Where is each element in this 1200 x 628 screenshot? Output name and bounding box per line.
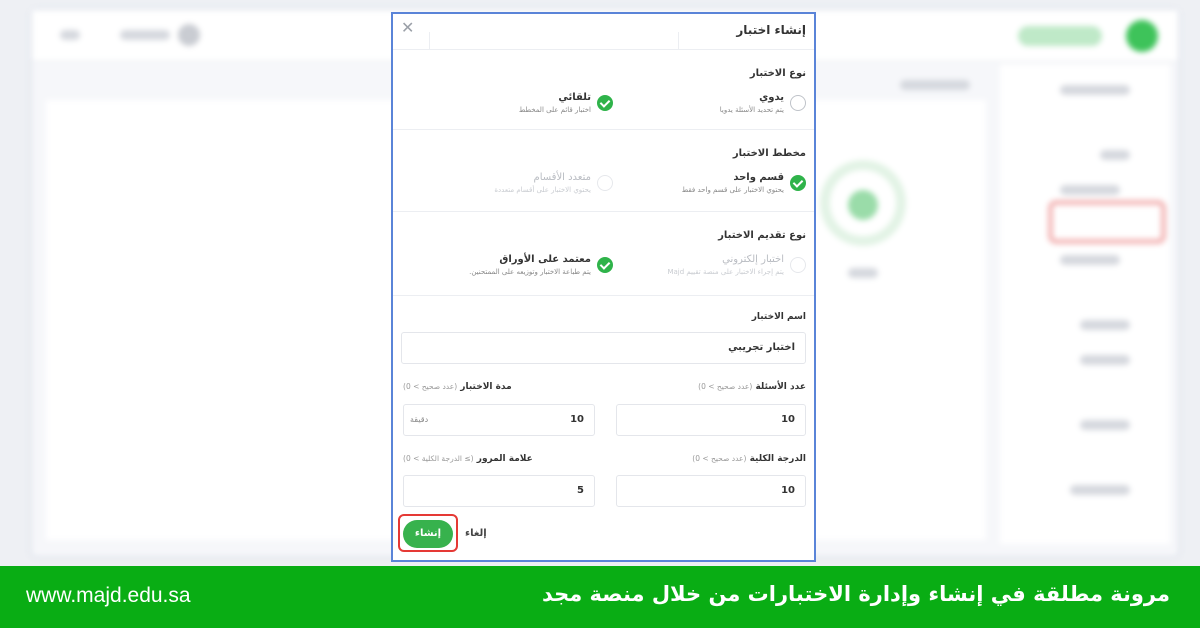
dialog-title: إنشاء اختبار: [736, 23, 806, 37]
questions-count-value: 10: [781, 414, 795, 425]
duration-value: 10: [570, 414, 584, 425]
option-automatic-label: تلقائي: [558, 92, 591, 103]
option-paper-desc: يتم طباعة الاختبار وتوزيعه على الممتحنين…: [469, 268, 591, 276]
total-score-value: 10: [781, 485, 795, 496]
banner-tagline: مرونة مطلقة في إنشاء وإدارة الاختبارات م…: [541, 582, 1170, 606]
option-manual-label: يدوي: [759, 92, 784, 103]
background-bar: [1080, 320, 1130, 330]
pass-mark-label: علامة المرور (≥ الدرجة الكلية > 0): [403, 454, 533, 464]
background-bar: [1080, 420, 1130, 430]
background-bar: [1080, 355, 1130, 365]
total-score-label: الدرجة الكلية (عدد صحيح > 0): [692, 454, 806, 464]
pass-mark-input[interactable]: 5: [403, 475, 595, 507]
option-manual-desc: يتم تحديد الأسئلة يدويا: [719, 106, 784, 114]
option-multi-desc: يحتوي الاختبار على أقسام متعددة: [494, 186, 591, 194]
background-dot: [178, 24, 200, 46]
pass-mark-hint: (≥ الدرجة الكلية > 0): [403, 454, 474, 463]
pass-mark-label-text: علامة المرور: [476, 454, 533, 464]
test-type-title: نوع الاختبار: [749, 68, 806, 79]
test-plan-section: مخطط الاختبار قسم واحد يحتوي الاختبار عل…: [393, 130, 814, 212]
option-automatic-desc: اختبار قائم على المخطط: [518, 106, 591, 114]
test-type-section: نوع الاختبار يدوي يتم تحديد الأسئلة يدوي…: [393, 50, 814, 130]
test-name-label: اسم الاختبار: [751, 312, 806, 322]
background-ring-dot: [848, 190, 878, 220]
duration-hint: (عدد صحيح > 0): [403, 382, 458, 391]
questions-count-label: عدد الأسئلة (عدد صحيح > 0): [698, 382, 806, 392]
option-multi-section: متعدد الأقسام يحتوي الاختبار على أقسام م…: [423, 172, 613, 206]
questions-count-input[interactable]: 10: [616, 404, 806, 436]
check-circle-icon: [597, 257, 613, 273]
option-paper[interactable]: معتمد على الأوراق يتم طباعة الاختبار وتو…: [423, 254, 613, 288]
option-automatic[interactable]: تلقائي اختبار قائم على المخطط: [423, 92, 613, 126]
radio-unchecked-icon: [790, 95, 806, 111]
background-bar: [60, 30, 80, 40]
radio-disabled-icon: [597, 175, 613, 191]
pass-mark-value: 5: [577, 485, 584, 496]
radio-disabled-icon: [790, 257, 806, 273]
background-bar: [1070, 485, 1130, 495]
questions-count-label-text: عدد الأسئلة: [755, 382, 806, 392]
create-button[interactable]: إنشاء: [403, 520, 453, 548]
background-bar: [120, 30, 170, 40]
background-bar: [1100, 150, 1130, 160]
duration-label-text: مدة الاختبار: [460, 382, 512, 392]
total-score-hint: (عدد صحيح > 0): [692, 454, 747, 463]
background-highlight: [1048, 200, 1166, 244]
background-bar: [1060, 255, 1120, 265]
duration-input[interactable]: 10 دقيقة: [403, 404, 595, 436]
test-name-input[interactable]: اختبار تجريبي: [401, 332, 806, 364]
option-single-section[interactable]: قسم واحد يحتوي الاختبار على قسم واحد فقط: [616, 172, 806, 206]
background-avatar: [1126, 20, 1158, 52]
option-paper-label: معتمد على الأوراق: [499, 254, 591, 265]
background-bar: [1060, 85, 1130, 95]
option-single-desc: يحتوي الاختبار على قسم واحد فقط: [681, 186, 784, 194]
test-name-value: اختبار تجريبي: [728, 342, 795, 353]
duration-label: مدة الاختبار (عدد صحيح > 0): [403, 382, 512, 392]
create-test-dialog: إنشاء اختبار ✕ نوع الاختبار يدوي يتم تحد…: [391, 12, 816, 562]
test-plan-title: مخطط الاختبار: [732, 148, 806, 159]
background-bar: [900, 80, 970, 90]
dialog-header: إنشاء اختبار ✕: [393, 14, 814, 50]
cancel-button[interactable]: إلغاء: [465, 528, 487, 539]
total-score-label-text: الدرجة الكلية: [749, 454, 806, 464]
delivery-type-section: نوع تقديم الاختبار اختبار إلكتروني يتم إ…: [393, 212, 814, 296]
close-icon[interactable]: ✕: [401, 18, 414, 37]
check-circle-icon: [597, 95, 613, 111]
questions-count-hint: (عدد صحيح > 0): [698, 382, 753, 391]
background-bar: [1060, 185, 1120, 195]
option-multi-label: متعدد الأقسام: [533, 172, 592, 183]
dialog-header-divider: [429, 32, 679, 50]
background-green-pill: [1018, 26, 1102, 46]
option-electronic: اختبار إلكتروني يتم إجراء الاختبار على م…: [616, 254, 806, 288]
delivery-type-title: نوع تقديم الاختبار: [718, 230, 806, 241]
background-bar: [848, 268, 878, 278]
banner-url[interactable]: www.majd.edu.sa: [26, 584, 191, 608]
duration-suffix: دقيقة: [410, 415, 429, 424]
total-score-input[interactable]: 10: [616, 475, 806, 507]
check-circle-icon: [790, 175, 806, 191]
background-sidebar: [1000, 64, 1170, 544]
option-manual[interactable]: يدوي يتم تحديد الأسئلة يدويا: [616, 92, 806, 126]
promo-banner: www.majd.edu.sa مرونة مطلقة في إنشاء وإد…: [0, 566, 1200, 628]
option-electronic-desc: يتم إجراء الاختبار على منصة تقييم Majd: [667, 268, 784, 276]
option-electronic-label: اختبار إلكتروني: [722, 254, 784, 265]
option-single-label: قسم واحد: [733, 172, 784, 183]
